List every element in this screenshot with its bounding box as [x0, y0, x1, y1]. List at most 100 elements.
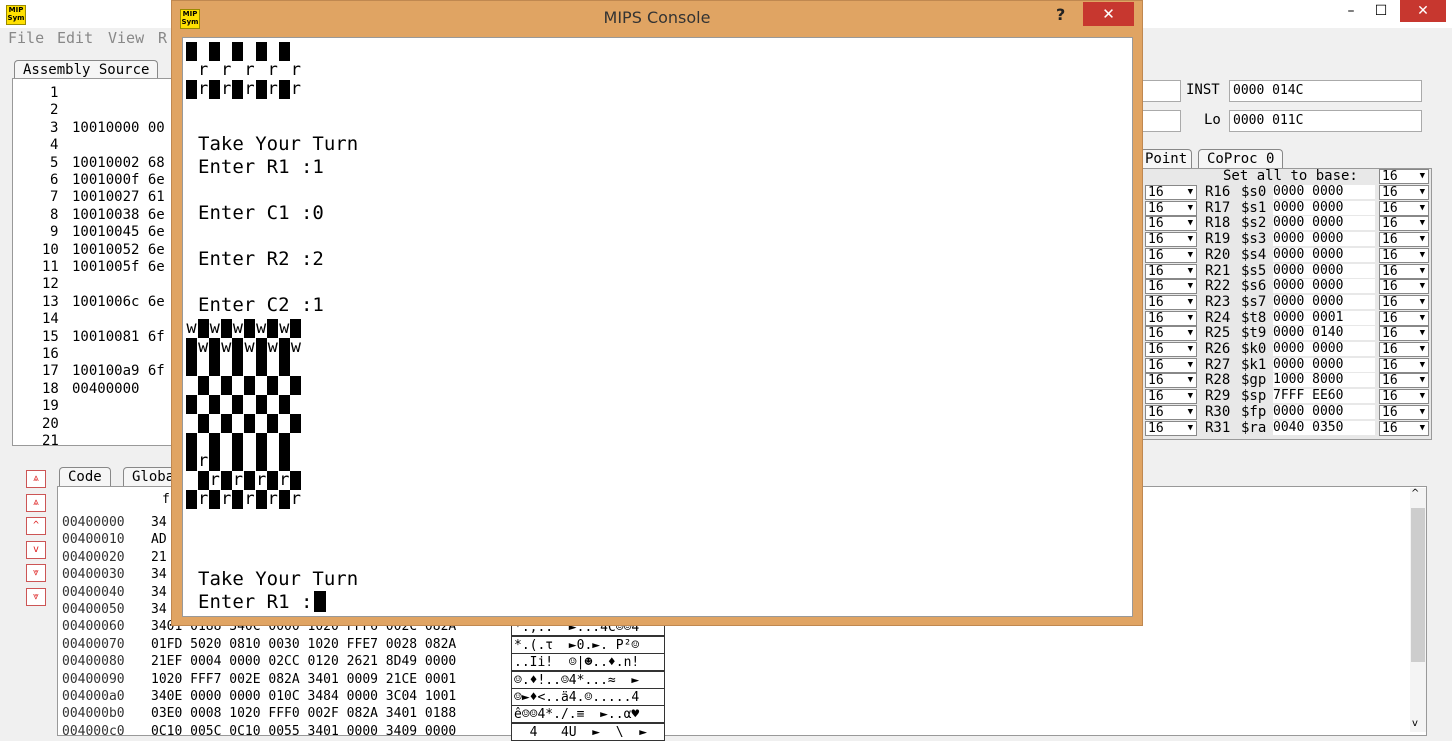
register-base-select[interactable]: 16 ▼: [1379, 247, 1429, 263]
register-value[interactable]: 0000 0000: [1273, 232, 1375, 247]
assembly-line-text[interactable]: 10010000 00: [72, 120, 165, 136]
register-value[interactable]: 7FFF EE60: [1273, 389, 1375, 404]
maximize-button[interactable]: ☐: [1364, 0, 1398, 22]
scroll-up-button[interactable]: ^: [26, 517, 46, 535]
assembly-line-number: 20: [42, 415, 59, 432]
register-base-select-left[interactable]: 16 ▼: [1145, 310, 1197, 326]
register-base-select-left[interactable]: 16 ▼: [1145, 373, 1197, 389]
register-base-select[interactable]: 16 ▼: [1379, 357, 1429, 373]
register-base-select[interactable]: 16 ▼: [1379, 279, 1429, 295]
console-close-button[interactable]: ✕: [1083, 2, 1134, 26]
assembly-line-text[interactable]: 10010081 6f: [72, 329, 165, 345]
register-base-select[interactable]: 16 ▼: [1379, 310, 1429, 326]
register-value[interactable]: 0000 0000: [1273, 342, 1375, 356]
memory-words[interactable]: 340E 0000 0000 010C 3484 0000 3C04 1001: [151, 688, 563, 705]
menu-run[interactable]: R: [158, 29, 167, 47]
register-value[interactable]: 1000 8000: [1273, 373, 1375, 388]
help-button[interactable]: ?: [1056, 5, 1076, 24]
console-output[interactable]: r r r r r r r r r r Take Your Turn Enter R1 :1 Enter…: [182, 37, 1133, 617]
scroll-down-button[interactable]: ⩔: [26, 564, 46, 582]
register-value[interactable]: 0000 0000: [1273, 185, 1375, 199]
board-cell: [255, 490, 267, 509]
register-base-select-left[interactable]: 16 ▼: [1145, 357, 1197, 373]
board-cell: [290, 414, 302, 433]
register-value[interactable]: 0000 0000: [1273, 357, 1375, 372]
assembly-line-text[interactable]: 1001006c 6e: [72, 294, 165, 310]
scroll-down-icon[interactable]: v: [1412, 718, 1418, 729]
register-base-select[interactable]: 16 ▼: [1379, 185, 1429, 200]
tab-float-point[interactable]: Point: [1140, 149, 1193, 168]
register-value[interactable]: 0000 0000: [1273, 200, 1375, 215]
assembly-line-text[interactable]: 10010052 6e: [72, 242, 165, 258]
memory-address: 00400060: [62, 619, 125, 635]
memory-words[interactable]: 21EF 0004 0000 02CC 0120 2621 8D49 0000: [151, 653, 563, 670]
register-base-select-left[interactable]: 16 ▼: [1145, 420, 1197, 436]
lo-value[interactable]: 0000 011C: [1229, 110, 1422, 132]
board-cell: [186, 338, 197, 357]
register-base-select[interactable]: 16 ▼: [1379, 342, 1429, 357]
register-base-select-left[interactable]: 16 ▼: [1145, 294, 1197, 310]
assembly-line-text[interactable]: 10010038 6e: [72, 207, 165, 223]
register-value[interactable]: 0000 0000: [1273, 404, 1375, 419]
assembly-line-text[interactable]: 1001000f 6e: [72, 172, 165, 188]
register-base-select[interactable]: 16 ▼: [1379, 263, 1429, 279]
register-base-select[interactable]: 16 ▼: [1379, 326, 1429, 342]
register-base-select-left[interactable]: 16 ▼: [1145, 326, 1197, 342]
register-base-select[interactable]: 16 ▼: [1379, 389, 1429, 405]
register-value[interactable]: 0000 0000: [1273, 263, 1375, 278]
board-cell: [232, 490, 244, 509]
register-base-select[interactable]: 16 ▼: [1379, 404, 1429, 420]
register-base-select[interactable]: 16 ▼: [1379, 294, 1429, 310]
tab-assembly-source[interactable]: Assembly Source: [14, 60, 159, 79]
register-value[interactable]: 0000 0140: [1273, 326, 1375, 341]
register-base-select-left[interactable]: 16 ▼: [1145, 389, 1197, 405]
inst-value[interactable]: 0000 014C: [1229, 80, 1422, 102]
register-base-select[interactable]: 16 ▼: [1379, 232, 1429, 248]
scroll-down-button[interactable]: ⩔: [26, 587, 46, 606]
memory-words[interactable]: 0C10 005C 0C10 0055 3401 0000 3409 0000: [151, 723, 563, 740]
register-base-select[interactable]: 16 ▼: [1379, 420, 1429, 436]
assembly-line-text[interactable]: 00400000: [72, 381, 139, 397]
scroll-down-button[interactable]: v: [26, 540, 46, 559]
register-base-select-left[interactable]: 16 ▼: [1145, 404, 1197, 420]
menu-file[interactable]: File: [8, 29, 44, 47]
assembly-line-text[interactable]: 10010027 61: [72, 189, 165, 205]
register-base-select-left[interactable]: 16 ▼: [1145, 342, 1197, 357]
assembly-line-text[interactable]: 10010045 6e: [72, 224, 165, 240]
memory-scroll-thumb[interactable]: [1411, 508, 1425, 662]
register-base-select-left[interactable]: 16 ▼: [1145, 263, 1197, 279]
register-value[interactable]: 0000 0000: [1273, 294, 1375, 309]
register-value[interactable]: 0000 0000: [1273, 279, 1375, 294]
register-base-select-left[interactable]: 16 ▼: [1145, 247, 1197, 263]
register-base-select-left[interactable]: 16 ▼: [1145, 200, 1197, 216]
register-base-select-left[interactable]: 16 ▼: [1145, 216, 1197, 232]
register-value[interactable]: 0000 0000: [1273, 247, 1375, 262]
minimize-button[interactable]: –: [1334, 0, 1368, 22]
assembly-line-text[interactable]: 1001005f 6e: [72, 259, 165, 275]
tab-code[interactable]: Code: [59, 467, 111, 486]
register-value[interactable]: 0040 0350: [1273, 420, 1375, 435]
register-value[interactable]: 0000 0000: [1273, 216, 1375, 231]
register-base-select-left[interactable]: 16 ▼: [1145, 232, 1197, 248]
register-base-select[interactable]: 16 ▼: [1379, 216, 1429, 232]
register-base-select-left[interactable]: 16 ▼: [1145, 185, 1197, 200]
register-field-hi[interactable]: [1140, 80, 1181, 102]
scroll-up-button[interactable]: ⩓: [26, 493, 46, 512]
register-base-select-left[interactable]: 16 ▼: [1145, 279, 1197, 295]
assembly-line-text[interactable]: 100100a9 6f: [72, 363, 165, 379]
menu-edit[interactable]: Edit: [57, 29, 93, 47]
memory-words[interactable]: 01FD 5020 0810 0030 1020 FFE7 0028 082A: [151, 636, 563, 653]
close-button[interactable]: ✕: [1400, 0, 1446, 22]
assembly-line-text[interactable]: 10010002 68: [72, 155, 165, 171]
scroll-up-button[interactable]: ⩓: [26, 470, 46, 488]
set-all-base-select[interactable]: 16 ▼: [1379, 169, 1429, 184]
register-base-select[interactable]: 16 ▼: [1379, 373, 1429, 389]
register-field-lo-left[interactable]: [1140, 110, 1181, 132]
register-value[interactable]: 0000 0001: [1273, 310, 1375, 325]
memory-words[interactable]: 03E0 0008 1020 FFF0 002F 082A 3401 0188: [151, 705, 563, 722]
menu-view[interactable]: View: [108, 29, 144, 47]
memory-words[interactable]: 1020 FFF7 002E 082A 3401 0009 21CE 0001: [151, 671, 563, 688]
register-base-select[interactable]: 16 ▼: [1379, 200, 1429, 216]
scroll-up-icon[interactable]: ^: [1411, 488, 1419, 499]
tab-coproc-0[interactable]: CoProc 0: [1198, 149, 1284, 168]
